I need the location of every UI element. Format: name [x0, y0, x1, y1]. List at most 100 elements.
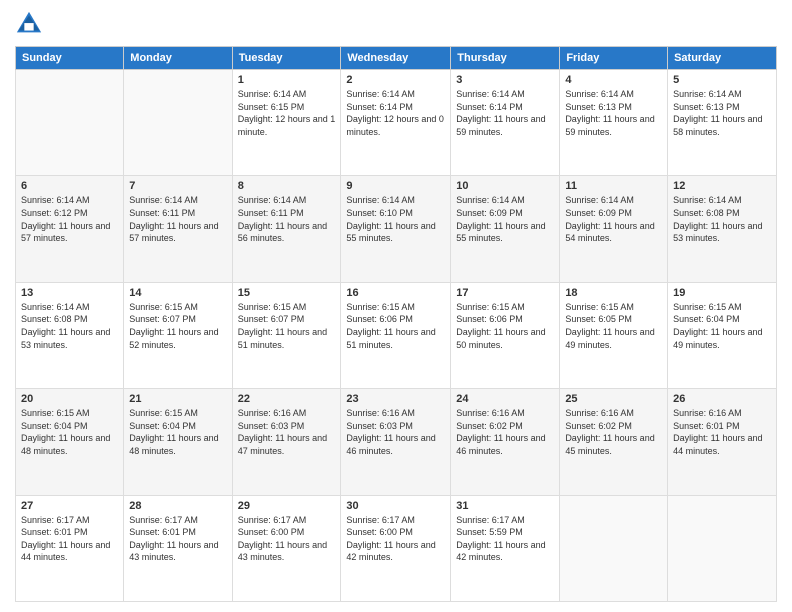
day-cell: 14 Sunrise: 6:15 AMSunset: 6:07 PMDayligh… — [124, 282, 232, 388]
day-number: 26 — [673, 393, 771, 405]
day-number: 28 — [129, 500, 226, 512]
day-cell: 1 Sunrise: 6:14 AMSunset: 6:15 PMDaylight… — [232, 70, 341, 176]
day-cell — [124, 70, 232, 176]
day-info: Sunrise: 6:14 AMSunset: 6:14 PMDaylight:… — [456, 88, 554, 138]
day-number: 1 — [238, 74, 336, 86]
day-number: 25 — [565, 393, 662, 405]
day-cell: 5Sunrise: 6:14 AMSunset: 6:13 PMDaylight… — [668, 70, 777, 176]
day-header-thursday: Thursday — [451, 47, 560, 70]
day-header-sunday: Sunday — [16, 47, 124, 70]
day-info: Sunrise: 6:15 AMSunset: 6:04 PMDaylight:… — [129, 407, 226, 457]
week-row-2: 6 Sunrise: 6:14 AMSunset: 6:12 PMDaylight… — [16, 176, 777, 282]
day-cell: 6 Sunrise: 6:14 AMSunset: 6:12 PMDaylight… — [16, 176, 124, 282]
day-info: Sunrise: 6:14 AMSunset: 6:08 PMDaylight:… — [21, 301, 118, 351]
day-number: 12 — [673, 180, 771, 192]
day-info: Sunrise: 6:14 AMSunset: 6:11 PMDaylight:… — [238, 194, 336, 244]
day-number: 11 — [565, 180, 662, 192]
calendar-table: SundayMondayTuesdayWednesdayThursdayFrid… — [15, 46, 777, 602]
day-cell — [560, 495, 668, 601]
day-info: Sunrise: 6:14 AMSunset: 6:08 PMDaylight:… — [673, 194, 771, 244]
page: SundayMondayTuesdayWednesdayThursdayFrid… — [0, 0, 792, 612]
day-number: 21 — [129, 393, 226, 405]
day-header-monday: Monday — [124, 47, 232, 70]
day-cell: 12 Sunrise: 6:14 AMSunset: 6:08 PMDayligh… — [668, 176, 777, 282]
day-info: Sunrise: 6:16 AMSunset: 6:03 PMDaylight:… — [238, 407, 336, 457]
day-cell: 13 Sunrise: 6:14 AMSunset: 6:08 PMDayligh… — [16, 282, 124, 388]
day-number: 4 — [565, 74, 662, 86]
day-cell: 15 Sunrise: 6:15 AMSunset: 6:07 PMDayligh… — [232, 282, 341, 388]
day-cell: 29 Sunrise: 6:17 AMSunset: 6:00 PMDayligh… — [232, 495, 341, 601]
day-info: Sunrise: 6:17 AMSunset: 6:00 PMDaylight:… — [238, 514, 336, 564]
day-info: Sunrise: 6:17 AMSunset: 6:01 PMDaylight:… — [21, 514, 118, 564]
day-info: Sunrise: 6:14 AMSunset: 6:12 PMDaylight:… — [21, 194, 118, 244]
day-info: Sunrise: 6:16 AMSunset: 6:02 PMDaylight:… — [456, 407, 554, 457]
day-number: 19 — [673, 287, 771, 299]
day-info: Sunrise: 6:14 AMSunset: 6:09 PMDaylight:… — [565, 194, 662, 244]
day-cell: 19 Sunrise: 6:15 AMSunset: 6:04 PMDayligh… — [668, 282, 777, 388]
day-number: 8 — [238, 180, 336, 192]
day-info: Sunrise: 6:14 AMSunset: 6:13 PMDaylight:… — [565, 88, 662, 138]
day-cell: 24Sunrise: 6:16 AMSunset: 6:02 PMDayligh… — [451, 389, 560, 495]
day-number: 9 — [346, 180, 445, 192]
day-number: 29 — [238, 500, 336, 512]
day-cell: 8 Sunrise: 6:14 AMSunset: 6:11 PMDaylight… — [232, 176, 341, 282]
day-cell: 18 Sunrise: 6:15 AMSunset: 6:05 PMDayligh… — [560, 282, 668, 388]
day-cell: 21 Sunrise: 6:15 AMSunset: 6:04 PMDayligh… — [124, 389, 232, 495]
day-info: Sunrise: 6:16 AMSunset: 6:02 PMDaylight:… — [565, 407, 662, 457]
day-number: 6 — [21, 180, 118, 192]
day-info: Sunrise: 6:15 AMSunset: 6:06 PMDaylight:… — [346, 301, 445, 351]
day-info: Sunrise: 6:14 AMSunset: 6:15 PMDaylight:… — [238, 88, 336, 138]
day-number: 3 — [456, 74, 554, 86]
day-info: Sunrise: 6:15 AMSunset: 6:04 PMDaylight:… — [21, 407, 118, 457]
day-number: 7 — [129, 180, 226, 192]
day-header-friday: Friday — [560, 47, 668, 70]
day-cell: 23Sunrise: 6:16 AMSunset: 6:03 PMDayligh… — [341, 389, 451, 495]
day-cell: 22 Sunrise: 6:16 AMSunset: 6:03 PMDayligh… — [232, 389, 341, 495]
logo-icon — [15, 10, 43, 38]
day-number: 2 — [346, 74, 445, 86]
week-row-3: 13 Sunrise: 6:14 AMSunset: 6:08 PMDayligh… — [16, 282, 777, 388]
day-number: 17 — [456, 287, 554, 299]
header — [15, 10, 777, 38]
day-cell: 3 Sunrise: 6:14 AMSunset: 6:14 PMDaylight… — [451, 70, 560, 176]
day-info: Sunrise: 6:15 AMSunset: 6:07 PMDaylight:… — [238, 301, 336, 351]
calendar-header-row: SundayMondayTuesdayWednesdayThursdayFrid… — [16, 47, 777, 70]
day-number: 15 — [238, 287, 336, 299]
day-number: 10 — [456, 180, 554, 192]
day-info: Sunrise: 6:15 AMSunset: 6:07 PMDaylight:… — [129, 301, 226, 351]
day-number: 30 — [346, 500, 445, 512]
day-cell: 26 Sunrise: 6:16 AMSunset: 6:01 PMDayligh… — [668, 389, 777, 495]
day-cell: 9 Sunrise: 6:14 AMSunset: 6:10 PMDaylight… — [341, 176, 451, 282]
day-info: Sunrise: 6:14 AMSunset: 6:10 PMDaylight:… — [346, 194, 445, 244]
week-row-5: 27 Sunrise: 6:17 AMSunset: 6:01 PMDayligh… — [16, 495, 777, 601]
day-number: 14 — [129, 287, 226, 299]
day-cell: 2 Sunrise: 6:14 AMSunset: 6:14 PMDaylight… — [341, 70, 451, 176]
day-number: 18 — [565, 287, 662, 299]
day-header-saturday: Saturday — [668, 47, 777, 70]
day-header-tuesday: Tuesday — [232, 47, 341, 70]
day-number: 27 — [21, 500, 118, 512]
day-cell — [16, 70, 124, 176]
day-info: Sunrise: 6:15 AMSunset: 6:04 PMDaylight:… — [673, 301, 771, 351]
day-number: 16 — [346, 287, 445, 299]
week-row-4: 20 Sunrise: 6:15 AMSunset: 6:04 PMDayligh… — [16, 389, 777, 495]
day-cell: 7Sunrise: 6:14 AMSunset: 6:11 PMDaylight… — [124, 176, 232, 282]
day-number: 20 — [21, 393, 118, 405]
day-info: Sunrise: 6:17 AMSunset: 6:00 PMDaylight:… — [346, 514, 445, 564]
logo — [15, 10, 47, 38]
week-row-1: 1 Sunrise: 6:14 AMSunset: 6:15 PMDaylight… — [16, 70, 777, 176]
day-info: Sunrise: 6:14 AMSunset: 6:14 PMDaylight:… — [346, 88, 445, 138]
day-cell: 16 Sunrise: 6:15 AMSunset: 6:06 PMDayligh… — [341, 282, 451, 388]
day-cell: 4 Sunrise: 6:14 AMSunset: 6:13 PMDaylight… — [560, 70, 668, 176]
day-info: Sunrise: 6:17 AMSunset: 6:01 PMDaylight:… — [129, 514, 226, 564]
day-info: Sunrise: 6:15 AMSunset: 6:05 PMDaylight:… — [565, 301, 662, 351]
day-number: 22 — [238, 393, 336, 405]
day-cell: 31Sunrise: 6:17 AMSunset: 5:59 PMDayligh… — [451, 495, 560, 601]
day-cell: 30 Sunrise: 6:17 AMSunset: 6:00 PMDayligh… — [341, 495, 451, 601]
day-info: Sunrise: 6:16 AMSunset: 6:01 PMDaylight:… — [673, 407, 771, 457]
day-info: Sunrise: 6:14 AMSunset: 6:13 PMDaylight:… — [673, 88, 771, 138]
day-info: Sunrise: 6:14 AMSunset: 6:09 PMDaylight:… — [456, 194, 554, 244]
day-number: 13 — [21, 287, 118, 299]
day-cell: 10 Sunrise: 6:14 AMSunset: 6:09 PMDayligh… — [451, 176, 560, 282]
day-info: Sunrise: 6:16 AMSunset: 6:03 PMDaylight:… — [346, 407, 445, 457]
